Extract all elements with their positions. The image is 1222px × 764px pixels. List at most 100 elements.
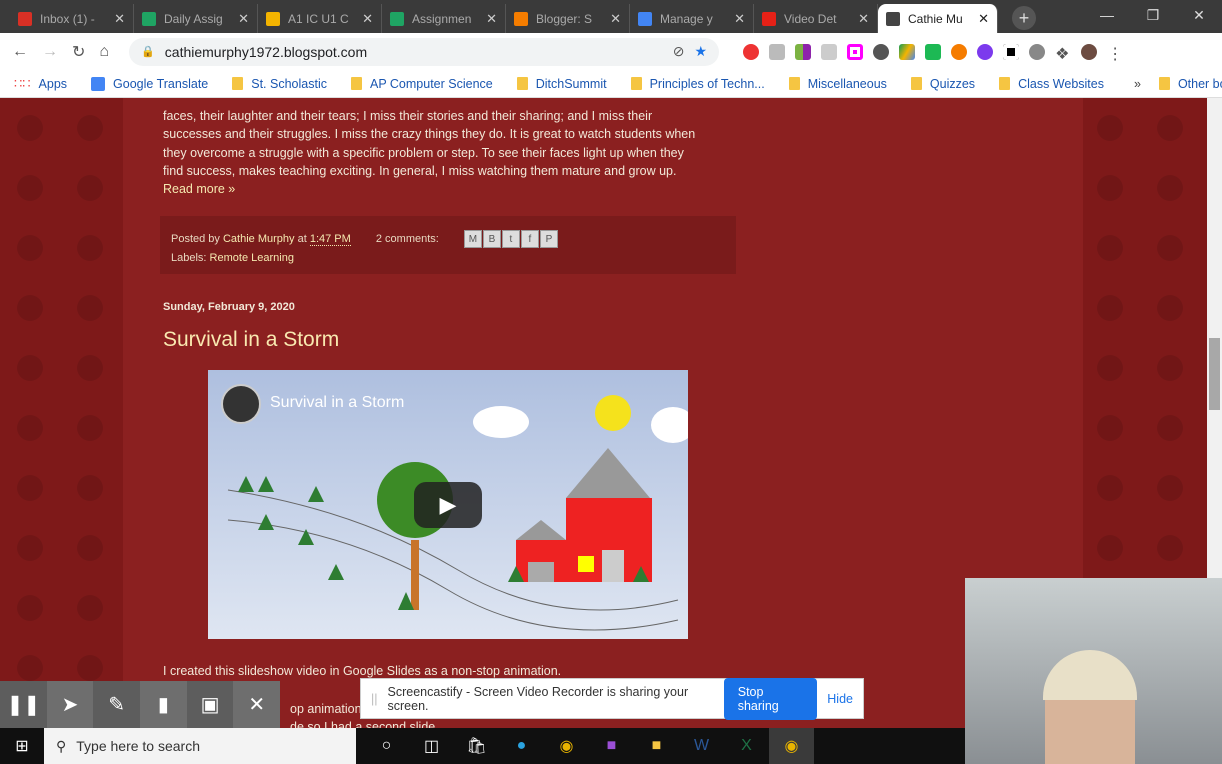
tab[interactable]: Assignmen ✕ <box>382 4 506 33</box>
excel-icon[interactable]: X <box>724 728 769 764</box>
file-explorer-icon[interactable]: ■ <box>634 728 679 764</box>
extension-icon[interactable] <box>1029 43 1046 60</box>
youtube-studio-icon <box>762 11 776 26</box>
bookmark-item[interactable]: AP Computer Science <box>350 76 493 92</box>
post-title[interactable]: Survival in a Storm <box>163 328 339 352</box>
chrome-icon[interactable]: ◉ <box>544 728 589 764</box>
hide-button[interactable]: Hide <box>827 692 853 706</box>
post-footer: Posted by Cathie Murphy at 1:47 PM 2 com… <box>160 216 736 274</box>
twitter-share-icon[interactable]: t <box>501 230 520 248</box>
scrollbar-thumb[interactable] <box>1209 338 1220 410</box>
pinterest-share-icon[interactable]: P <box>539 230 558 248</box>
eraser-icon[interactable]: ▮ <box>140 681 187 728</box>
close-icon[interactable]: ✕ <box>233 681 280 728</box>
extension-icon[interactable] <box>795 43 812 60</box>
url-text: cathiemurphy1972.blogspot.com <box>164 43 368 60</box>
star-bookmark-icon[interactable]: ★ <box>695 43 708 60</box>
close-tab-icon[interactable]: ✕ <box>114 11 125 27</box>
video-embed[interactable]: Survival in a Storm ▶ <box>208 370 688 639</box>
drive-icon[interactable] <box>899 43 916 60</box>
close-tab-icon[interactable]: ✕ <box>238 11 249 27</box>
extension-icon[interactable] <box>1003 43 1020 60</box>
chrome-icon[interactable]: ◉ <box>769 728 814 764</box>
close-tab-icon[interactable]: ✕ <box>486 11 497 27</box>
other-bookmarks[interactable]: Other bookmarks <box>1158 77 1222 91</box>
read-more-link[interactable]: Read more » <box>163 182 235 196</box>
app-rw-icon[interactable]: ■ <box>589 728 634 764</box>
minimize-button[interactable]: — <box>1084 0 1130 30</box>
avatar[interactable] <box>1081 43 1098 60</box>
bookmark-item[interactable]: Class Websites <box>999 76 1104 92</box>
extension-icon[interactable] <box>873 43 890 60</box>
address-bar[interactable]: 🔒 cathiemurphy1972.blogspot.com ⊘ ★ <box>129 37 720 66</box>
bookmark-item[interactable]: Principles of Techn... <box>630 76 765 92</box>
tab[interactable]: Inbox (1) - ✕ <box>10 4 134 33</box>
menu-kebab-icon[interactable]: ⋮ <box>1107 44 1123 63</box>
blogthis-icon[interactable]: B <box>482 230 501 248</box>
screencastify-icon[interactable] <box>743 43 760 60</box>
word-icon[interactable]: W <box>679 728 724 764</box>
webcam-overlay <box>965 578 1222 764</box>
tab[interactable]: A1 IC U1 C ✕ <box>258 4 382 33</box>
cursor-icon[interactable]: ➤ <box>47 681 94 728</box>
folder-icon <box>232 77 244 90</box>
tab[interactable]: Video Det ✕ <box>754 4 878 33</box>
store-icon[interactable]: 🛍 <box>454 728 499 764</box>
windows-start-icon[interactable]: ⊞ <box>0 736 44 756</box>
facebook-share-icon[interactable]: f <box>520 230 539 248</box>
apps-icon: ∷∷ <box>14 75 31 91</box>
more-bookmarks-button[interactable]: » <box>1134 77 1141 91</box>
timestamp-link[interactable]: 1:47 PM <box>309 232 351 246</box>
play-icon[interactable]: ▶ <box>414 482 482 528</box>
label-link[interactable]: Remote Learning <box>210 252 294 264</box>
folder-icon <box>516 77 528 90</box>
browser-toolbar: ← → ↻ ⌂ 🔒 cathiemurphy1972.blogspot.com … <box>0 33 1222 70</box>
windows-taskbar: ⊞ ⚲ Type here to search ○ ◫ 🛍 ● ◉ ■ ■ W X… <box>0 728 965 764</box>
close-tab-icon[interactable]: ✕ <box>362 11 373 27</box>
close-tab-icon[interactable]: ✕ <box>858 11 869 27</box>
extension-icon[interactable] <box>847 43 864 60</box>
puzzle-extensions-icon[interactable]: ❖ <box>1055 44 1071 63</box>
taskbar-search[interactable]: ⚲ Type here to search <box>44 728 356 764</box>
edge-icon[interactable]: ● <box>499 728 544 764</box>
camera-icon[interactable]: ▣ <box>186 681 234 728</box>
back-icon[interactable]: ← <box>12 43 28 61</box>
new-tab-button[interactable]: + <box>1012 6 1036 30</box>
drag-handle-icon[interactable]: || <box>371 692 378 706</box>
task-view-icon[interactable]: ◫ <box>409 728 454 764</box>
pause-icon[interactable]: ❚❚ <box>0 681 47 728</box>
bookmark-item[interactable]: DitchSummit <box>516 76 607 92</box>
tab[interactable]: Daily Assig ✕ <box>134 4 258 33</box>
extension-icon[interactable] <box>977 43 994 60</box>
tracking-off-icon[interactable]: ⊘ <box>673 43 685 60</box>
close-tab-icon[interactable]: ✕ <box>610 11 621 27</box>
bookmark-item[interactable]: ∷∷ Apps <box>14 76 67 92</box>
bookmark-item[interactable]: St. Scholastic <box>232 76 327 92</box>
tab[interactable]: Manage y ✕ <box>630 4 754 33</box>
home-icon[interactable]: ⌂ <box>99 43 109 61</box>
bookmark-item[interactable]: Google Translate <box>91 76 208 92</box>
tab[interactable]: Cathie Mu ✕ <box>878 4 998 33</box>
extension-icon[interactable] <box>769 43 786 60</box>
maximize-button[interactable]: ❐ <box>1130 0 1176 30</box>
drive-icon <box>390 11 404 26</box>
channel-logo[interactable] <box>221 384 261 424</box>
bookmark-item[interactable]: Quizzes <box>910 76 975 92</box>
author-link[interactable]: Cathie Murphy <box>223 233 295 245</box>
email-share-icon[interactable]: M <box>463 230 482 248</box>
tab[interactable]: Blogger: S ✕ <box>506 4 630 33</box>
extension-icon[interactable] <box>821 43 838 60</box>
forward-icon[interactable]: → <box>42 43 58 61</box>
bookmark-item[interactable]: Miscellaneous <box>788 76 887 92</box>
close-window-button[interactable]: ✕ <box>1176 0 1222 30</box>
pen-icon[interactable]: ✎ <box>93 681 141 728</box>
reload-icon[interactable]: ↻ <box>72 42 85 62</box>
extension-icon[interactable] <box>951 43 968 60</box>
comments-link[interactable]: 2 comments: <box>376 233 439 245</box>
extension-icon[interactable] <box>925 43 942 60</box>
stop-sharing-button[interactable]: Stop sharing <box>723 677 818 720</box>
video-title[interactable]: Survival in a Storm <box>270 394 404 412</box>
close-tab-icon[interactable]: ✕ <box>978 11 989 27</box>
cortana-icon[interactable]: ○ <box>364 728 409 764</box>
close-tab-icon[interactable]: ✕ <box>734 11 745 27</box>
